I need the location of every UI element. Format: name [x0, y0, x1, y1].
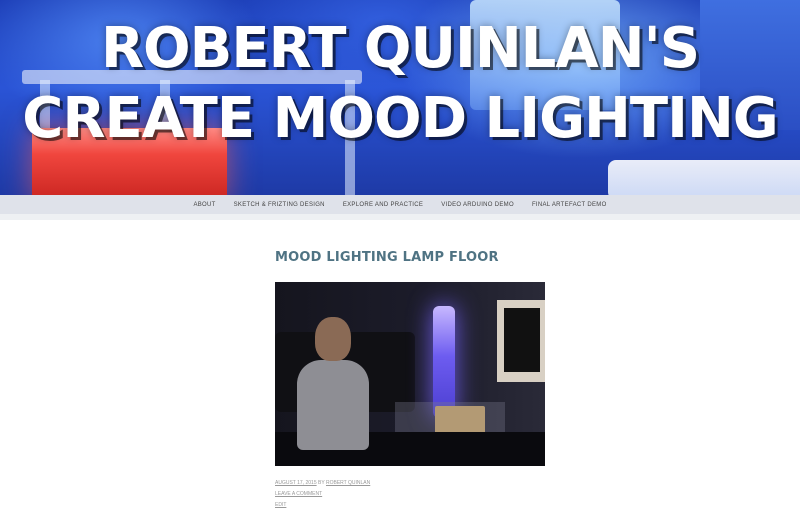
video-scene-person-body	[297, 360, 369, 450]
post-title[interactable]: MOOD LIGHTING LAMP FLOOR	[275, 250, 545, 265]
post-meta: AUGUST 17, 2015 BY ROBERT QUINLAN LEAVE …	[275, 478, 545, 511]
post: MOOD LIGHTING LAMP FLOOR AUGUST 17, 2015…	[275, 250, 545, 508]
nav-item-sketch-frizting-design[interactable]: SKETCH & FRIZTING DESIGN	[234, 202, 325, 208]
video-scene-person-head	[315, 317, 351, 361]
edit-link[interactable]: EDIT	[275, 500, 545, 511]
leave-comment-link[interactable]: LEAVE A COMMENT	[275, 489, 545, 500]
video-scene-tv-screen	[504, 308, 540, 372]
nav-item-video-arduino-demo[interactable]: VIDEO ARDUINO DEMO	[441, 202, 514, 208]
nav-item-explore-and-practice[interactable]: EXPLORE AND PRACTICE	[343, 202, 423, 208]
site-title[interactable]: ROBERT QUINLAN'S CREATE MOOD LIGHTING	[0, 14, 800, 154]
nav-divider	[0, 214, 800, 220]
nav-item-about[interactable]: ABOUT	[193, 202, 215, 208]
post-by-label: BY	[318, 480, 325, 486]
post-author-link[interactable]: ROBERT QUINLAN	[326, 480, 370, 486]
banner-white-light-cube	[608, 160, 800, 195]
main-navigation: ABOUT SKETCH & FRIZTING DESIGN EXPLORE A…	[0, 195, 800, 214]
header-banner: ROBERT QUINLAN'S CREATE MOOD LIGHTING	[0, 0, 800, 195]
nav-item-final-artefact-demo[interactable]: FINAL ARTEFACT DEMO	[532, 202, 607, 208]
post-video-thumbnail[interactable]	[275, 282, 545, 466]
post-date-link[interactable]: AUGUST 17, 2015	[275, 480, 317, 486]
